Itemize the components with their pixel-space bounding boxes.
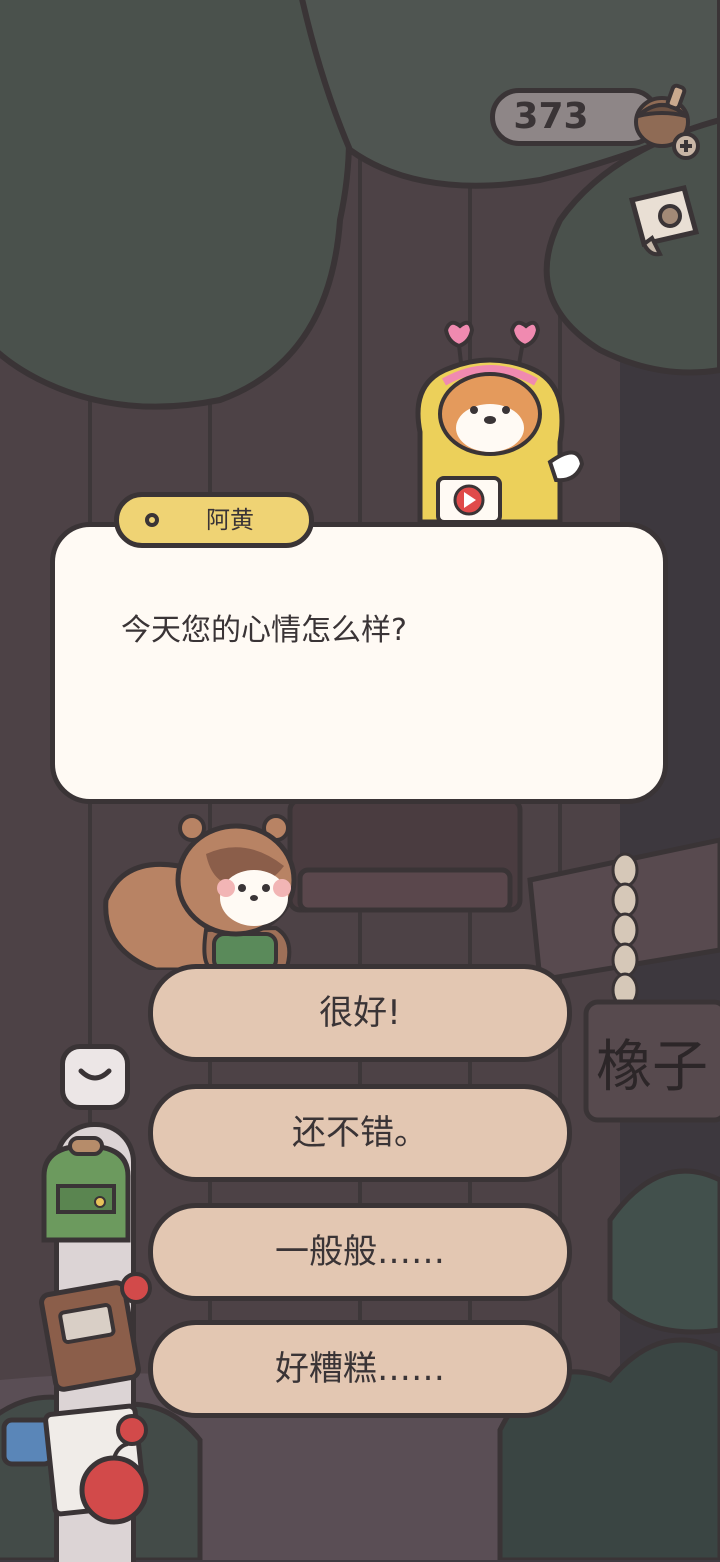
sign-text: 橡子: [596, 1035, 708, 1100]
name-tag-dot-icon: [145, 513, 159, 527]
choice-button-great[interactable]: 很好!: [148, 964, 572, 1062]
dialog-box: 今天您的心情怎么样?: [50, 522, 668, 804]
dialog-text: 今天您的心情怎么样?: [121, 613, 407, 648]
acorn-count: 373: [513, 96, 589, 137]
chevron-down-icon: [78, 1068, 112, 1081]
notes-and-apple-icon[interactable]: [0, 1396, 160, 1560]
collapse-inventory-button[interactable]: [60, 1044, 130, 1110]
speaker-name: 阿黄: [206, 506, 254, 534]
backpack-icon[interactable]: [30, 1136, 142, 1252]
dog-character: [415, 320, 585, 525]
speaker-name-tag: 阿黄: [114, 492, 314, 548]
acorn-shop-sign: 橡子: [583, 999, 720, 1123]
choice-button-good[interactable]: 还不错。: [148, 1084, 572, 1182]
map-scroll-icon[interactable]: [622, 182, 704, 260]
squirrel-character: [103, 814, 297, 970]
book-icon[interactable]: [38, 1264, 158, 1394]
choice-button-so-so[interactable]: 一般般……: [148, 1203, 572, 1301]
acorn-add-icon[interactable]: [630, 80, 700, 160]
choice-button-bad[interactable]: 好糟糕……: [148, 1320, 572, 1418]
